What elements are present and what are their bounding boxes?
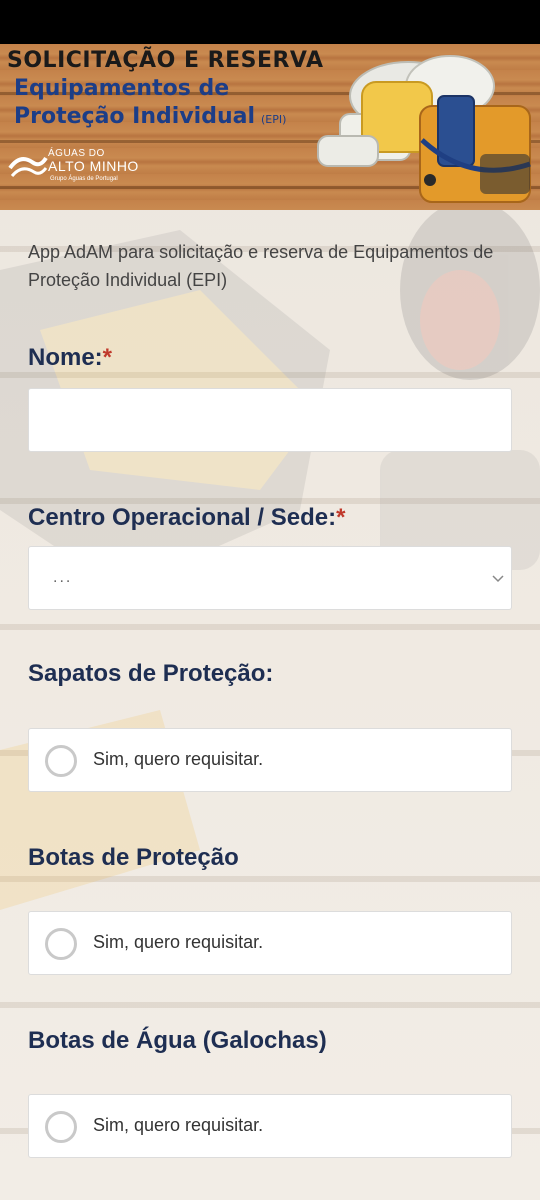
centro-label-text: Centro Operacional / Sede: bbox=[28, 504, 337, 531]
header-banner: SOLICITAÇÃO E RESERVA Equipamentos de Pr… bbox=[0, 44, 540, 210]
sapatos-radio-option[interactable]: Sim, quero requisitar. bbox=[28, 728, 512, 792]
banner-subtitle-line2: Proteção Individual (EPI) bbox=[14, 104, 286, 129]
water-wave-icon bbox=[8, 156, 48, 178]
banner-epi-abbrev: (EPI) bbox=[261, 113, 287, 126]
radio-button[interactable] bbox=[45, 928, 77, 960]
required-mark: * bbox=[102, 344, 113, 371]
safety-gear-illustration bbox=[317, 55, 531, 203]
galochas-radio-option[interactable]: Sim, quero requisitar. bbox=[28, 1094, 512, 1158]
intro-text: App AdAM para solicitação e reserva de E… bbox=[28, 242, 494, 290]
centro-select-value: ... bbox=[53, 569, 73, 586]
logo-text-main: ALTO MINHO bbox=[48, 158, 139, 174]
nome-input[interactable] bbox=[28, 388, 512, 452]
galochas-radio-label: Sim, quero requisitar. bbox=[93, 1115, 264, 1135]
chevron-down-icon bbox=[492, 575, 504, 583]
botas-radio-label: Sim, quero requisitar. bbox=[93, 932, 264, 952]
banner-subtitle-line1: Equipamentos de bbox=[14, 76, 230, 101]
botas-radio-option[interactable]: Sim, quero requisitar. bbox=[28, 911, 512, 975]
centro-label: Centro Operacional / Sede:* bbox=[28, 504, 345, 532]
centro-select[interactable]: ... bbox=[28, 546, 512, 610]
nome-label-text: Nome: bbox=[28, 344, 103, 371]
radio-button[interactable] bbox=[45, 1111, 77, 1143]
aguas-alto-minho-logo: ÁGUAS DO ALTO MINHO Grupo Águas de Portu… bbox=[8, 148, 158, 196]
required-mark: * bbox=[336, 504, 346, 531]
banner-title: SOLICITAÇÃO E RESERVA bbox=[7, 48, 324, 73]
logo-text-sub: Grupo Águas de Portugal bbox=[50, 176, 118, 182]
botas-label: Botas de Proteção bbox=[28, 844, 239, 871]
banner-subtitle-text: Proteção Individual bbox=[14, 104, 256, 129]
radio-button[interactable] bbox=[45, 745, 77, 777]
sapatos-label: Sapatos de Proteção: bbox=[28, 660, 274, 687]
sapatos-radio-label: Sim, quero requisitar. bbox=[93, 749, 264, 769]
galochas-label: Botas de Água (Galochas) bbox=[28, 1027, 327, 1054]
nome-label: Nome:* bbox=[28, 344, 112, 372]
status-bar bbox=[0, 0, 540, 44]
